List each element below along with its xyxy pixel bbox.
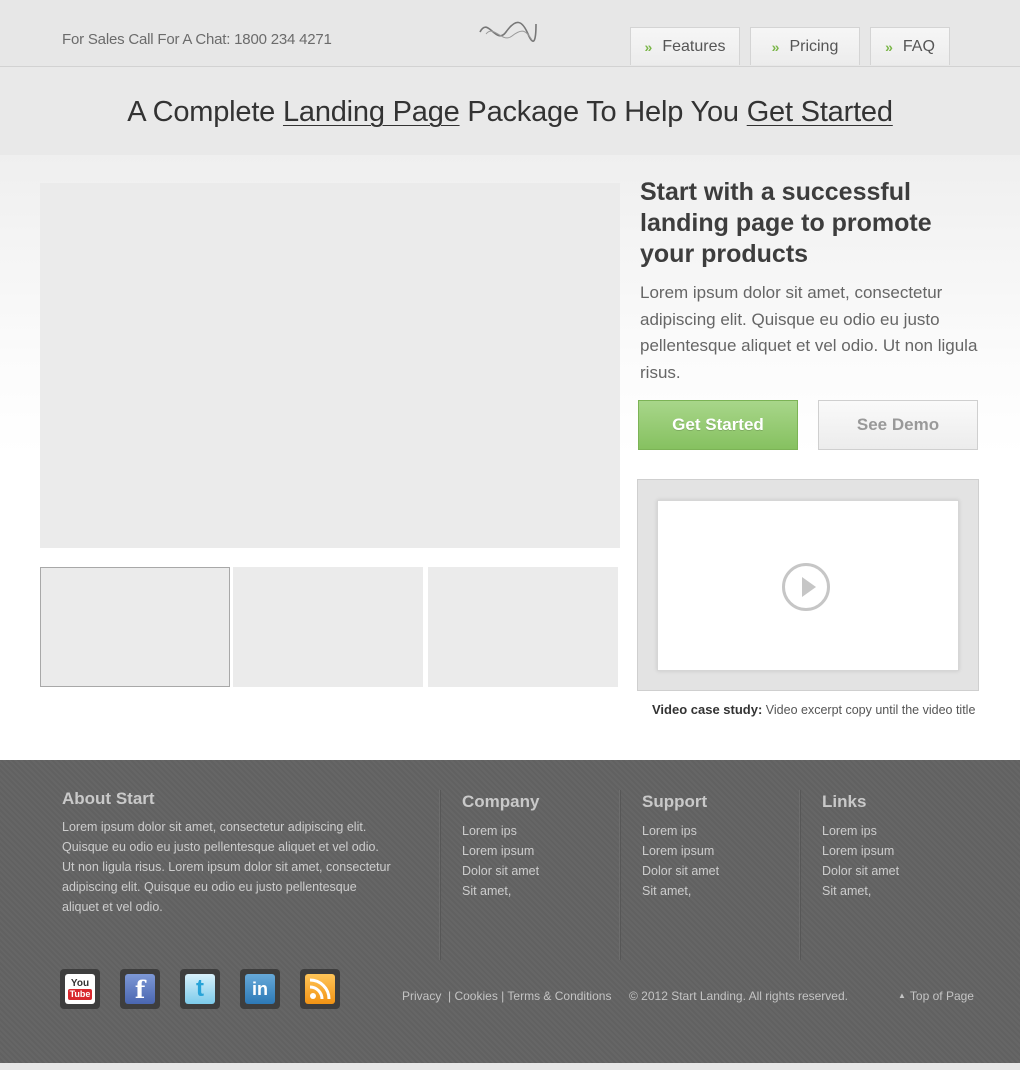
video-frame	[637, 479, 979, 691]
footer-company-title: Company	[462, 792, 540, 811]
see-demo-button[interactable]: See Demo	[818, 400, 978, 450]
facebook-icon[interactable]: f	[120, 969, 160, 1009]
legal-separator: |	[497, 989, 508, 1003]
footer-divider	[440, 790, 441, 960]
rss-logo	[305, 974, 335, 1004]
video-player[interactable]	[657, 500, 959, 671]
thumbnail-1[interactable]	[40, 567, 230, 687]
footer-links-title: Links	[822, 792, 867, 811]
footer-divider	[620, 790, 621, 960]
chevron-right-icon: »	[771, 38, 780, 55]
linkedin-icon[interactable]: in	[240, 969, 280, 1009]
top-of-page-label: Top of Page	[909, 989, 974, 1003]
chevron-right-icon: »	[644, 38, 653, 55]
caret-up-icon: ▲	[898, 991, 906, 1000]
youtube-logo: You Tube	[65, 974, 95, 1004]
youtube-text-tube: Tube	[67, 989, 93, 1000]
rss-glyph-icon	[309, 978, 331, 1000]
legal-separator: |	[441, 989, 455, 1003]
chevron-right-icon: »	[885, 38, 893, 55]
privacy-link[interactable]: Privacy	[402, 989, 441, 1003]
headline-text: A Complete	[127, 96, 283, 128]
video-caption-text: Video excerpt copy until the video title	[762, 703, 976, 717]
footer-divider	[800, 790, 801, 960]
footer-bottom-strip	[0, 1063, 1020, 1070]
footer-support-title: Support	[642, 792, 708, 811]
facebook-logo: f	[125, 974, 155, 1004]
cookies-link[interactable]: Cookies	[454, 989, 497, 1003]
video-caption: Video case study: Video excerpt copy unt…	[652, 702, 975, 717]
hero-title: Start with a successful landing page to …	[640, 178, 932, 268]
nav-label: Features	[662, 37, 726, 55]
linkedin-logo: in	[245, 974, 275, 1004]
twitter-logo: t	[185, 974, 215, 1004]
nav-faq[interactable]: » FAQ	[870, 27, 950, 65]
footer-link[interactable]: Sit amet,	[462, 881, 539, 901]
terms-link[interactable]: Terms & Conditions	[507, 989, 611, 1003]
top-of-page-link[interactable]: ▲ Top of Page	[898, 989, 974, 1003]
rss-icon[interactable]	[300, 969, 340, 1009]
nav-label: FAQ	[902, 37, 935, 55]
nav-pricing[interactable]: » Pricing	[750, 27, 860, 65]
nav-label: Pricing	[789, 37, 839, 55]
thumbnail-3[interactable]	[428, 567, 618, 687]
footer-link[interactable]: Lorem ips	[642, 821, 719, 841]
headline-link-landing-page[interactable]: Landing Page	[283, 96, 460, 128]
youtube-text-you: You	[70, 978, 90, 989]
video-caption-label: Video case study:	[652, 702, 763, 717]
hero-image-placeholder	[40, 183, 620, 548]
footer-link[interactable]: Dolor sit amet	[462, 861, 539, 881]
footer-link[interactable]: Lorem ips	[462, 821, 539, 841]
play-icon[interactable]	[782, 563, 830, 611]
thumbnail-2[interactable]	[233, 567, 423, 687]
twitter-icon[interactable]: t	[180, 969, 220, 1009]
footer-link[interactable]: Lorem ipsum	[822, 841, 899, 861]
footer-about-title: About Start	[62, 789, 155, 808]
footer-link[interactable]: Dolor sit amet	[642, 861, 719, 881]
nav-features[interactable]: » Features	[630, 27, 740, 65]
youtube-icon[interactable]: You Tube	[60, 969, 100, 1009]
footer-link[interactable]: Sit amet,	[822, 881, 899, 901]
footer-link[interactable]: Sit amet,	[642, 881, 719, 901]
footer-link[interactable]: Lorem ipsum	[462, 841, 539, 861]
page-headline: A Complete Landing Page Package To Help …	[0, 96, 1020, 129]
logo-icon[interactable]	[478, 16, 538, 48]
footer-support-list: Lorem ips Lorem ipsum Dolor sit amet Sit…	[642, 821, 719, 901]
footer-link[interactable]: Lorem ipsum	[642, 841, 719, 861]
headline-link-get-started[interactable]: Get Started	[747, 96, 893, 128]
sales-phone-text: For Sales Call For A Chat: 1800 234 4271	[62, 31, 332, 48]
legal-links: Privacy | Cookies | Terms & Conditions	[402, 989, 611, 1003]
footer-company-list: Lorem ips Lorem ipsum Dolor sit amet Sit…	[462, 821, 539, 901]
hero-description: Lorem ipsum dolor sit amet, consectetur …	[640, 283, 978, 382]
footer-link[interactable]: Dolor sit amet	[822, 861, 899, 881]
footer-about-text: Lorem ipsum dolor sit amet, consectetur …	[62, 820, 391, 914]
copyright-text: © 2012 Start Landing. All rights reserve…	[629, 989, 848, 1003]
get-started-button[interactable]: Get Started	[638, 400, 798, 450]
footer-link[interactable]: Lorem ips	[822, 821, 899, 841]
headline-text: Package To Help You	[459, 96, 747, 128]
footer-links-list: Lorem ips Lorem ipsum Dolor sit amet Sit…	[822, 821, 899, 901]
